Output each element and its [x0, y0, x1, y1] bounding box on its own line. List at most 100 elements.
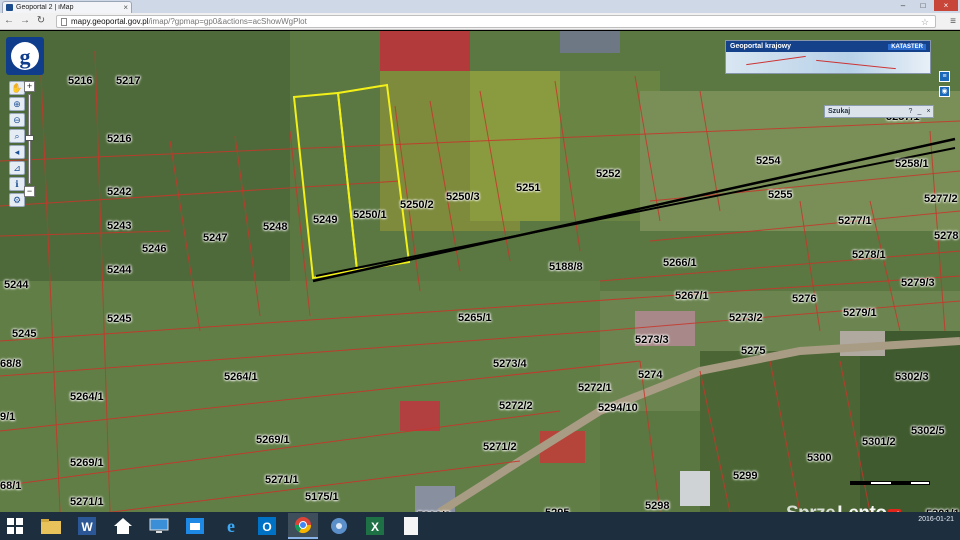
forward-button[interactable]: →: [18, 14, 32, 28]
window-maximize-button[interactable]: □: [914, 0, 932, 11]
overview-map-image[interactable]: [726, 52, 930, 73]
layers-icon[interactable]: ≡: [939, 71, 950, 82]
parcel-label: 68/1: [0, 480, 22, 492]
geoportal-g-icon: g: [11, 42, 39, 70]
media-icon: [331, 518, 347, 534]
zoom-out-button[interactable]: −: [24, 186, 35, 197]
parcel-label: 5266/1: [663, 257, 697, 269]
map-viewport[interactable]: 5216 5217 5216 5242 5243 5244 5244 5245 5245 5246…: [0, 31, 960, 512]
parcel-label: 5271/2: [483, 441, 517, 453]
windows-taskbar: W e O X 2016-01-21: [0, 512, 960, 540]
chrome-icon: [294, 517, 312, 534]
browser-menu-button[interactable]: ≡: [950, 15, 956, 28]
search-panel[interactable]: Szukaj ? _ ×: [824, 105, 934, 118]
word-icon: W: [78, 517, 96, 535]
overview-title: Geoportal krajowy: [730, 43, 792, 50]
search-close-button[interactable]: ×: [924, 107, 933, 116]
parcel-label: 5300: [807, 452, 832, 464]
parcel-label: 5216: [107, 133, 132, 145]
back-button[interactable]: ←: [2, 14, 16, 28]
parcel-label: 5246: [142, 243, 167, 255]
reload-button[interactable]: ↻: [34, 14, 48, 28]
parcel-label: 5254: [756, 155, 781, 167]
tab-title: Geoportal 2 | iMap: [16, 4, 74, 11]
media-button[interactable]: [324, 513, 354, 539]
measure-icon[interactable]: ⊿: [9, 161, 25, 175]
parcel-label: 5278/1: [852, 249, 886, 261]
parcel-label: 5272/1: [578, 382, 612, 394]
windows-logo-icon: [7, 518, 23, 534]
chrome-button[interactable]: [288, 513, 318, 539]
parcel-label: 5242: [107, 186, 132, 198]
zoom-out-tool-icon[interactable]: ⊖: [9, 113, 25, 127]
taskbar-date: 2016-01-21: [918, 516, 954, 523]
parcel-label: 5244: [4, 279, 29, 291]
bookmark-star-icon[interactable]: ☆: [921, 16, 929, 28]
computer-button[interactable]: [144, 513, 174, 539]
zoom-slider-track[interactable]: [25, 94, 34, 184]
parcel-label: 5302/3: [895, 371, 929, 383]
browser-tab[interactable]: Geoportal 2 | iMap ×: [2, 1, 132, 13]
parcel-label: 5250/3: [446, 191, 480, 203]
prev-extent-icon[interactable]: ◂: [9, 145, 25, 159]
overview-map[interactable]: Geoportal krajowy KATASTER: [725, 40, 931, 74]
parcel-label: 5273/4: [493, 358, 527, 370]
settings-gear-icon[interactable]: ⚙: [9, 193, 25, 207]
folder-icon: [41, 519, 61, 534]
remote-desktop-button[interactable]: [180, 513, 210, 539]
tab-close-button[interactable]: ×: [123, 3, 128, 12]
zoom-in-button[interactable]: +: [24, 81, 35, 92]
eye-icon[interactable]: ◉: [939, 86, 950, 97]
svg-text:e: e: [227, 517, 235, 535]
window-minimize-button[interactable]: –: [894, 0, 912, 11]
aerial-imagery: [0, 31, 960, 512]
parcel-label: 5216: [68, 75, 93, 87]
parcel-label: 5277/2: [924, 193, 958, 205]
outlook-icon: O: [258, 517, 276, 535]
window-close-button[interactable]: ×: [934, 0, 958, 11]
document-button[interactable]: [396, 513, 426, 539]
parcel-label: 5251: [516, 182, 541, 194]
parcel-label: 5188/8: [549, 261, 583, 273]
search-panel-title: Szukaj: [828, 108, 851, 115]
zoom-in-tool-icon[interactable]: ⊕: [9, 97, 25, 111]
parcel-label: 5273/3: [635, 334, 669, 346]
word-button[interactable]: W: [72, 513, 102, 539]
parcel-label: 5245: [107, 313, 132, 325]
parcel-label: 5302/5: [911, 425, 945, 437]
geoportal-logo[interactable]: g: [6, 37, 44, 75]
info-icon[interactable]: ℹ: [9, 177, 25, 191]
page-icon: [61, 17, 67, 26]
home-button[interactable]: [108, 513, 138, 539]
pan-hand-icon[interactable]: ✋: [9, 81, 25, 95]
start-button[interactable]: [0, 513, 30, 539]
parcel-label: 5249: [313, 214, 338, 226]
parcel-label: 5264/1: [70, 391, 104, 403]
parcel-label: 5267/1: [675, 290, 709, 302]
browser-tab-strip: Geoportal 2 | iMap × – □ ×: [0, 0, 960, 13]
window-controls: – □ ×: [894, 0, 958, 11]
address-bar[interactable]: mapy.geoportal.gov.pl /imap/?gpmap=gp0&a…: [56, 15, 936, 28]
monitor-icon: [149, 518, 169, 533]
parcel-label: 5279/1: [843, 307, 877, 319]
parcel-label: 5299: [733, 470, 758, 482]
search-minimize-button[interactable]: _: [915, 107, 924, 116]
parcel-label: 5271/1: [70, 496, 104, 508]
layer-badge[interactable]: KATASTER: [888, 43, 926, 50]
parcel-label: 5175/1: [305, 491, 339, 503]
browser-toolbar: ← → ↻ mapy.geoportal.gov.pl /imap/?gpmap…: [0, 13, 960, 30]
parcel-label: 5252: [596, 168, 621, 180]
parcel-label: 5264/1: [224, 371, 258, 383]
excel-button[interactable]: X: [360, 513, 390, 539]
file-explorer-button[interactable]: [36, 513, 66, 539]
parcel-label: 68/8: [0, 358, 22, 370]
search-help-button[interactable]: ?: [906, 107, 915, 116]
parcel-label: 5255: [768, 189, 793, 201]
internet-explorer-button[interactable]: e: [216, 513, 246, 539]
taskbar-clock[interactable]: 2016-01-21: [918, 516, 954, 523]
overview-road: [746, 55, 806, 66]
zoom-extent-icon[interactable]: ⌕: [9, 129, 25, 143]
zoom-slider-thumb[interactable]: [25, 135, 34, 141]
outlook-button[interactable]: O: [252, 513, 282, 539]
svg-text:X: X: [371, 520, 379, 534]
